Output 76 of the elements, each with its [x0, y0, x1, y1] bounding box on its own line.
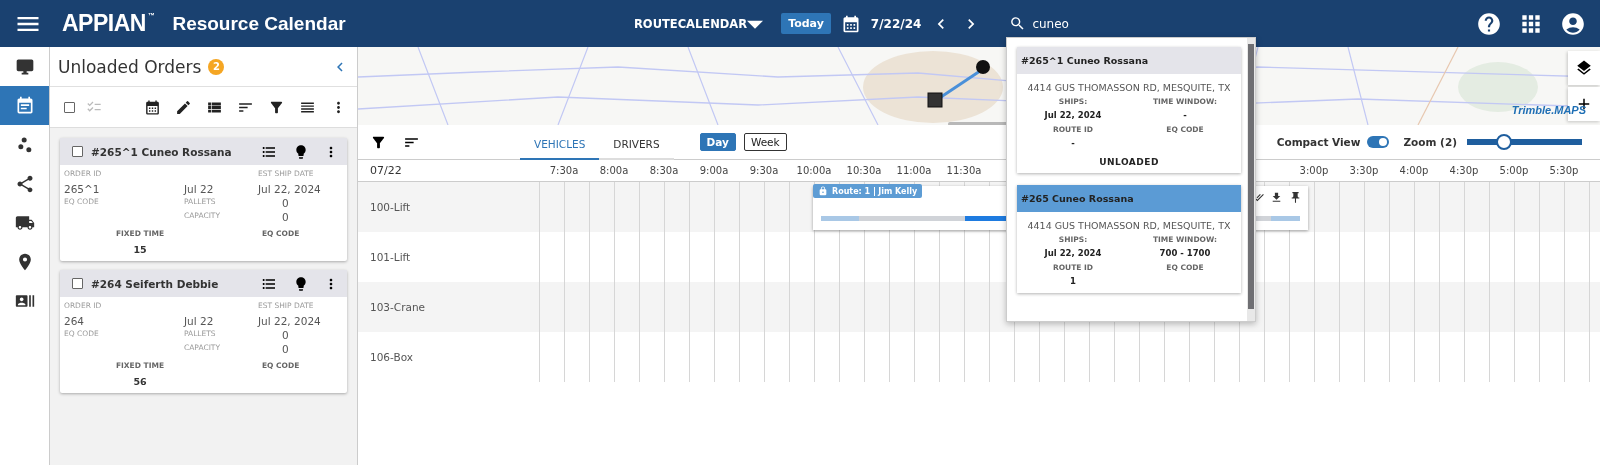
time-label: 8:00a [598, 165, 630, 176]
count-badge: 2 [208, 58, 225, 75]
route-tag: Route: 1 Jim Kelly [813, 184, 923, 198]
vehicle-label: 100-Lift [369, 201, 412, 213]
scrollbar[interactable] [1247, 38, 1255, 321]
field-value: 700 - 1700 [1158, 248, 1212, 259]
time-label: 7:30a [548, 165, 580, 176]
time-label: 4:30p [1448, 165, 1480, 176]
field-value: Jul 22, 2024 [1043, 110, 1103, 121]
pencil-icon[interactable] [175, 98, 192, 116]
result-address: 4414 GUS THOMASSON RD, MESQUITE, TX [1026, 81, 1232, 95]
field-value: 1 [1069, 276, 1077, 287]
field-value: Jul 22, 2024 [1043, 248, 1103, 259]
lightbulb-icon[interactable] [293, 143, 309, 160]
compact-view-label: Compact View [1276, 136, 1361, 148]
date-label: 07/22 [369, 164, 403, 177]
result-address: 4414 GUS THOMASSON RD, MESQUITE, TX [1026, 219, 1232, 233]
field-value: 0 [281, 329, 290, 341]
help-icon[interactable] [1476, 10, 1502, 37]
time-label: 3:00p [1298, 165, 1330, 176]
result-title[interactable]: #265 Cuneo Rossana [1017, 185, 1241, 212]
time-label: 8:30a [648, 165, 680, 176]
field-value: 265^1 [64, 183, 101, 195]
time-label: 5:00p [1498, 165, 1530, 176]
download-icon[interactable] [1270, 191, 1283, 204]
time-label: 11:30a [945, 165, 983, 176]
time-label: 10:00a [795, 165, 833, 176]
result-title[interactable]: #265^1 Cuneo Rossana [1017, 47, 1241, 74]
account-icon[interactable] [1560, 10, 1586, 37]
field-value: 0 [281, 197, 290, 209]
range-button[interactable]: Day [699, 133, 736, 151]
map-attribution: Trimble.MAPS [1511, 104, 1586, 116]
time-label: 9:00a [698, 165, 730, 176]
result-status: UNLOADED [1098, 156, 1160, 169]
calendar-dropdown[interactable]: ROUTECALENDAR [634, 15, 764, 32]
order-checkbox[interactable] [72, 278, 83, 289]
app-title: Resource Calendar [172, 12, 346, 35]
layers-button[interactable] [1568, 51, 1600, 85]
view-tab[interactable]: DRIVERS [599, 129, 674, 160]
select-all-checkbox[interactable] [64, 101, 75, 113]
time-label: 11:00a [895, 165, 933, 176]
view-tab[interactable]: VEHICLES [520, 129, 600, 160]
field-value: 56 [132, 376, 148, 387]
lightbulb-icon[interactable] [293, 275, 309, 292]
today-button[interactable]: Today [781, 13, 831, 34]
calendar-icon[interactable] [144, 98, 161, 116]
field-value: 0 [281, 211, 290, 223]
time-label: 10:30a [845, 165, 883, 176]
order-title: #265^1 Cuneo Rossana [91, 145, 233, 158]
order-title: #264 Seiferth Debbie [91, 277, 220, 290]
field-value: - [1070, 138, 1076, 149]
field-value: - [1182, 110, 1188, 121]
compact-view-toggle[interactable] [1367, 136, 1390, 148]
time-label: 5:30p [1548, 165, 1580, 176]
layers-icon [1575, 59, 1593, 77]
field-value: 264 [64, 315, 86, 327]
time-label: 9:30a [748, 165, 780, 176]
time-label: 4:00p [1398, 165, 1430, 176]
field-value: Jul 22 [184, 315, 215, 327]
range-button[interactable]: Week [743, 133, 787, 151]
current-date: 7/22/24 [870, 16, 922, 31]
order-checkbox[interactable] [72, 146, 83, 157]
vehicle-label: 101-Lift [369, 251, 412, 263]
field-value: Jul 22 [184, 183, 215, 195]
field-value: 0 [281, 343, 290, 355]
time-label: 3:30p [1348, 165, 1380, 176]
field-value: Jul 22, 2024 [258, 315, 322, 327]
vehicle-label: 106-Box [369, 351, 414, 363]
vehicle-label: 103-Crane [369, 301, 427, 313]
search-field[interactable]: cuneo [1032, 16, 1153, 31]
field-value: Jul 22, 2024 [258, 183, 322, 195]
pin-icon[interactable] [1289, 191, 1302, 204]
panel-title: Unloaded Orders [58, 56, 202, 77]
zoom-slider-thumb[interactable] [1495, 134, 1512, 150]
field-value: 15 [132, 244, 148, 255]
zoom-label: Zoom (2) [1403, 136, 1457, 148]
